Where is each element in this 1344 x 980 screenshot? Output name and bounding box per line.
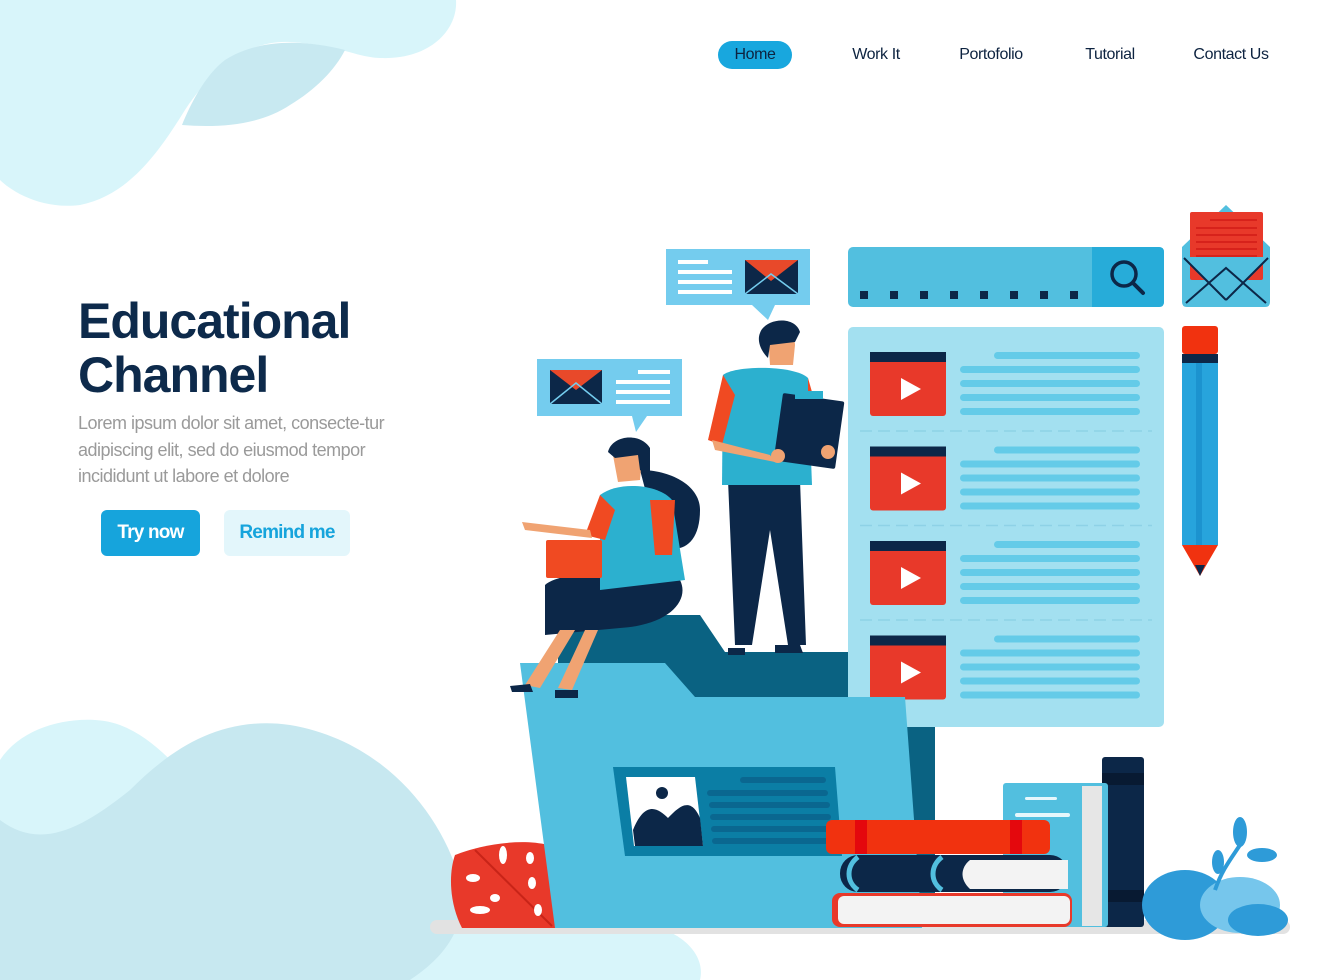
envelope-icon [744,260,799,295]
open-envelope-icon [1182,205,1270,307]
search-placeholder-dot [980,291,988,299]
video-play-icon [870,446,946,511]
search-bar-illustration [848,247,1164,307]
video-play-icon [870,635,946,700]
search-placeholder-dot [920,291,928,299]
video-list-panel [848,327,1164,727]
search-placeholder-dot [1040,291,1048,299]
hero-description: Lorem ipsum dolor sit amet, consecte-tur… [78,413,385,486]
nav-work-it[interactable]: Work It [840,41,912,69]
chat-bubble-message [666,249,810,320]
remind-me-button[interactable]: Remind me [224,510,350,556]
search-placeholder-dot [1070,291,1078,299]
leaf-icon [450,842,556,928]
nav-tutorial[interactable]: Tutorial [1075,41,1145,69]
image-icon [626,777,703,846]
nav-home[interactable]: Home [718,41,792,69]
search-placeholder-dot [950,291,958,299]
page-title: Educational Channel [78,293,351,403]
background-blob-top [0,0,457,206]
pencil-icon [1182,326,1218,576]
envelope-icon [549,370,603,405]
man-figure [708,320,845,655]
plant-icon [1142,817,1288,940]
chat-bubble-message [537,359,682,432]
video-play-icon [870,352,946,416]
video-play-icon [870,541,946,605]
page-title-line2: Channel [78,347,269,403]
search-placeholder-dot [860,291,868,299]
nav-contact-us[interactable]: Contact Us [1188,41,1274,69]
search-placeholder-dot [1010,291,1018,299]
hero-illustration [0,0,1290,980]
search-placeholder-dot [890,291,898,299]
page-title-line1: Educational [78,293,351,349]
try-now-button[interactable]: Try now [101,510,200,556]
nav-portofolio[interactable]: Portofolio [950,41,1032,69]
